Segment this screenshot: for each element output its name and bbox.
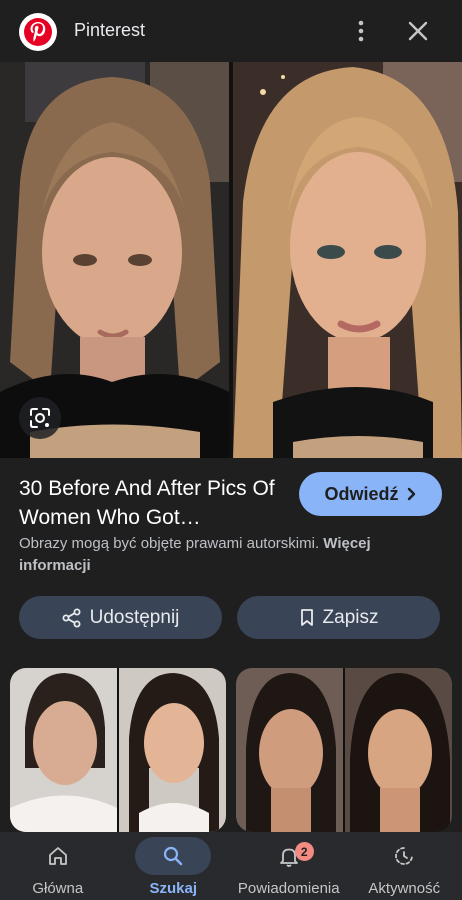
related-thumb-after <box>119 668 226 832</box>
bookmark-icon <box>300 608 313 626</box>
google-lens-icon[interactable] <box>19 397 61 439</box>
chevron-right-icon <box>407 487 415 501</box>
nav-item-notifications[interactable]: 2 Powiadomienia <box>231 832 347 900</box>
related-thumb-before <box>10 668 117 832</box>
copyright-notice: Obrazy mogą być objęte prawami autorskim… <box>19 533 439 577</box>
nav-item-search[interactable]: Szukaj <box>116 832 232 900</box>
related-image[interactable] <box>10 668 226 832</box>
nav-label-notifications: Powiadomienia <box>237 880 340 897</box>
activity-icon <box>395 847 414 865</box>
close-icon[interactable] <box>404 17 432 45</box>
visit-button[interactable]: Odwiedź <box>299 472 442 516</box>
result-title[interactable]: 30 Before And After Pics Of Women Who Go… <box>19 474 284 532</box>
search-icon <box>164 846 183 866</box>
home-icon <box>48 847 67 865</box>
notification-badge: 2 <box>294 842 314 861</box>
nav-label-activity: Aktywność <box>368 880 441 897</box>
related-thumb-after <box>345 668 452 832</box>
site-name: Pinterest <box>74 20 146 40</box>
save-button-label: Zapisz <box>322 606 379 628</box>
related-thumb-before <box>236 668 343 832</box>
nav-item-home[interactable]: Główna <box>0 832 116 900</box>
share-button-label: Udostępnij <box>89 606 180 628</box>
nav-item-activity[interactable]: Aktywność <box>347 832 462 900</box>
related-image[interactable] <box>236 668 452 832</box>
after-photo <box>233 62 462 458</box>
more-vert-icon[interactable] <box>350 18 372 44</box>
nav-label-home: Główna <box>32 880 84 897</box>
save-button[interactable]: Zapisz <box>237 596 440 639</box>
bottom-navigation: Główna Szukaj 2 Powiadomienia Aktywność <box>0 832 462 900</box>
pinterest-logo-icon[interactable] <box>19 13 57 51</box>
copyright-text: Obrazy mogą być objęte prawami autorskim… <box>19 535 320 552</box>
nav-label-search: Szukaj <box>149 880 198 897</box>
visit-button-label: Odwiedź <box>324 483 399 504</box>
app-header: Pinterest <box>0 0 462 62</box>
result-image[interactable] <box>0 62 462 458</box>
share-icon <box>62 608 81 627</box>
share-button[interactable]: Udostępnij <box>19 596 222 639</box>
